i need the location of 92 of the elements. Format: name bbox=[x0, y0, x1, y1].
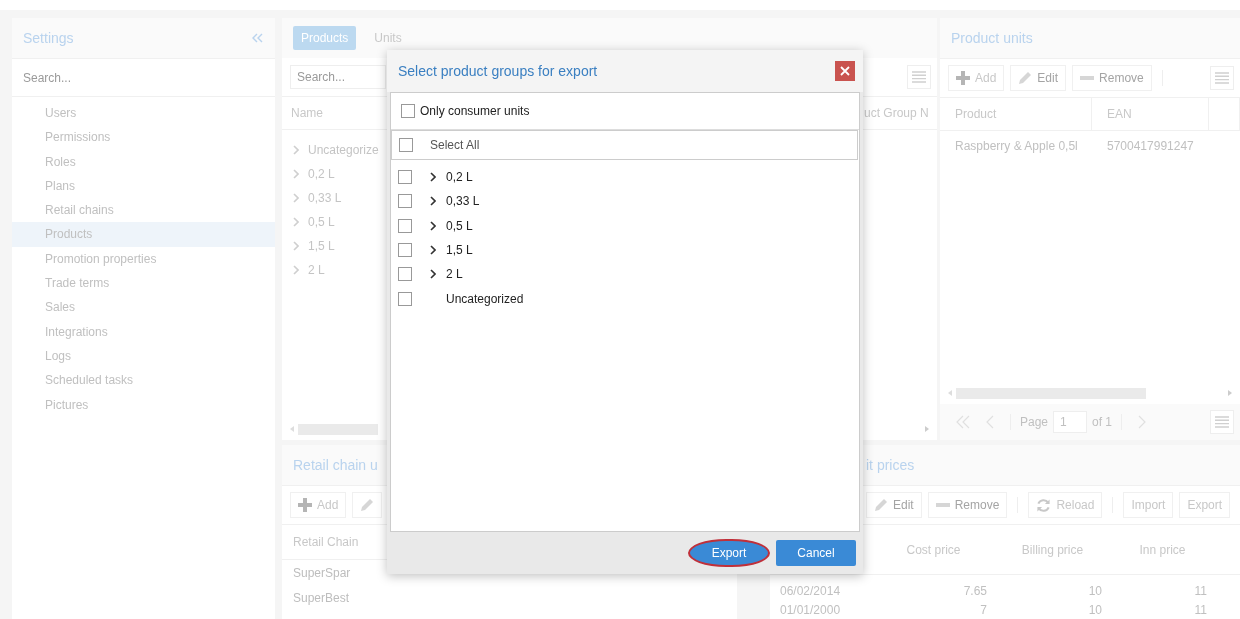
panel-title: Product units bbox=[951, 30, 1033, 46]
tree-item[interactable]: 1,5 L bbox=[308, 239, 335, 253]
table-cell-text: 01/01/2000 bbox=[780, 602, 842, 617]
chevron-icon bbox=[293, 241, 299, 251]
table-cell-text: 11 bbox=[1193, 602, 1208, 617]
sidebar-item[interactable]: Users bbox=[12, 101, 275, 126]
sidebar-item[interactable]: Permissions bbox=[12, 125, 275, 150]
checkbox[interactable] bbox=[401, 104, 415, 118]
panel-title: it prices bbox=[866, 457, 915, 473]
checkbox[interactable] bbox=[398, 194, 412, 209]
panel-title: Retail chain u bbox=[293, 457, 378, 473]
table-cell-text: 06/02/2014 bbox=[780, 583, 842, 598]
menu-button[interactable] bbox=[1210, 66, 1234, 90]
table-cell-text: 10 bbox=[1087, 583, 1103, 598]
expand-icon[interactable] bbox=[430, 269, 436, 280]
tree-item[interactable]: 0,2 L bbox=[308, 167, 335, 181]
tree-item[interactable]: Uncategorize bbox=[308, 143, 379, 157]
checkbox[interactable] bbox=[398, 218, 412, 233]
table-cell: SuperBest bbox=[293, 590, 350, 605]
chevron-icon bbox=[293, 145, 299, 155]
search-field[interactable]: Search... bbox=[290, 65, 386, 89]
sidebar-item[interactable]: Trade terms bbox=[12, 271, 275, 296]
checkbox[interactable] bbox=[399, 138, 413, 152]
tab[interactable]: Products bbox=[293, 26, 357, 50]
checkbox[interactable] bbox=[398, 267, 412, 282]
group-label[interactable]: 0,5 L bbox=[446, 218, 473, 233]
checkbox[interactable] bbox=[398, 170, 412, 185]
menu-icon bbox=[912, 71, 926, 83]
dialog-title: Select product groups for export bbox=[398, 63, 598, 79]
sidebar-item[interactable]: Sales bbox=[12, 295, 275, 320]
sidebar-item[interactable]: Integrations bbox=[12, 319, 275, 344]
expand-icon[interactable] bbox=[430, 196, 436, 207]
pencil-icon bbox=[360, 498, 375, 512]
chevron-icon bbox=[293, 169, 299, 179]
menu-button[interactable] bbox=[1210, 410, 1234, 434]
tree-item[interactable]: 0,5 L bbox=[308, 215, 335, 229]
minus-icon bbox=[1080, 76, 1095, 80]
sidebar-item[interactable]: Promotion properties bbox=[12, 246, 275, 272]
sidebar-item[interactable]: Roles bbox=[12, 149, 275, 174]
checkbox[interactable] bbox=[398, 243, 412, 258]
sidebar-item[interactable]: Plans bbox=[12, 173, 275, 199]
table-cell-text: 10 bbox=[1087, 602, 1103, 617]
menu-icon bbox=[1215, 416, 1229, 428]
select-all-label[interactable]: Select All bbox=[430, 138, 480, 152]
page-label: Page bbox=[1020, 415, 1049, 429]
pencil-icon bbox=[874, 498, 888, 512]
expand-icon[interactable] bbox=[430, 172, 436, 183]
dialog-button[interactable]: Cancel bbox=[776, 540, 856, 566]
group-label[interactable]: 0,2 L bbox=[446, 170, 473, 185]
plus-icon bbox=[298, 498, 312, 512]
chevron-icon bbox=[293, 265, 299, 275]
chevron-icon bbox=[293, 217, 299, 227]
tree-item[interactable]: 2 L bbox=[308, 263, 325, 277]
scroll-right-icon[interactable] bbox=[925, 426, 929, 432]
table-cell-text: 7.65 bbox=[962, 583, 988, 598]
pencil-icon bbox=[1018, 71, 1033, 85]
table-cell-text: 11 bbox=[1193, 583, 1208, 598]
group-label[interactable]: 0,33 L bbox=[446, 194, 480, 209]
chevron-right-icon bbox=[1138, 415, 1147, 429]
table-cell: SuperSpar bbox=[293, 565, 351, 580]
close-icon bbox=[840, 66, 850, 76]
page-number-field[interactable]: 1 bbox=[1053, 411, 1088, 433]
scroll-right-icon[interactable] bbox=[1228, 390, 1232, 396]
collapse-icon[interactable] bbox=[251, 33, 263, 43]
checkbox[interactable] bbox=[398, 291, 412, 306]
menu-icon bbox=[1215, 72, 1229, 84]
chevron-icon bbox=[293, 193, 299, 203]
sidebar-item[interactable]: Scheduled tasks bbox=[12, 368, 275, 393]
table-cell-text: 7 bbox=[979, 602, 988, 617]
dialog-button[interactable]: Export bbox=[689, 540, 769, 566]
page-count: of 1 bbox=[1092, 415, 1113, 429]
sidebar-item[interactable]: Retail chains bbox=[12, 198, 275, 223]
table-cell-text: 5700417991247 bbox=[1106, 139, 1195, 153]
sidebar-title: Settings bbox=[23, 30, 74, 46]
sidebar-item[interactable]: Products bbox=[12, 222, 275, 247]
minus-icon bbox=[935, 503, 950, 507]
plus-icon bbox=[956, 71, 970, 85]
expand-icon[interactable] bbox=[430, 220, 436, 231]
group-label[interactable]: 2 L bbox=[446, 267, 463, 282]
group-label[interactable]: 1,5 L bbox=[446, 243, 473, 258]
table-cell-text: Raspberry & Apple 0,5l bbox=[954, 139, 1079, 153]
sidebar-item[interactable]: Pictures bbox=[12, 392, 275, 417]
double-chevron-left-icon bbox=[956, 415, 970, 429]
tree-item[interactable]: 0,33 L bbox=[308, 191, 342, 205]
group-label[interactable]: Uncategorized bbox=[446, 291, 524, 306]
chevron-left-icon bbox=[986, 415, 994, 429]
expand-icon[interactable] bbox=[430, 245, 436, 256]
close-button[interactable] bbox=[835, 61, 855, 81]
reload-icon bbox=[1036, 497, 1052, 513]
checkbox-label[interactable]: Only consumer units bbox=[420, 104, 530, 118]
menu-button[interactable] bbox=[907, 65, 931, 89]
sidebar-item[interactable]: Logs bbox=[12, 343, 275, 369]
